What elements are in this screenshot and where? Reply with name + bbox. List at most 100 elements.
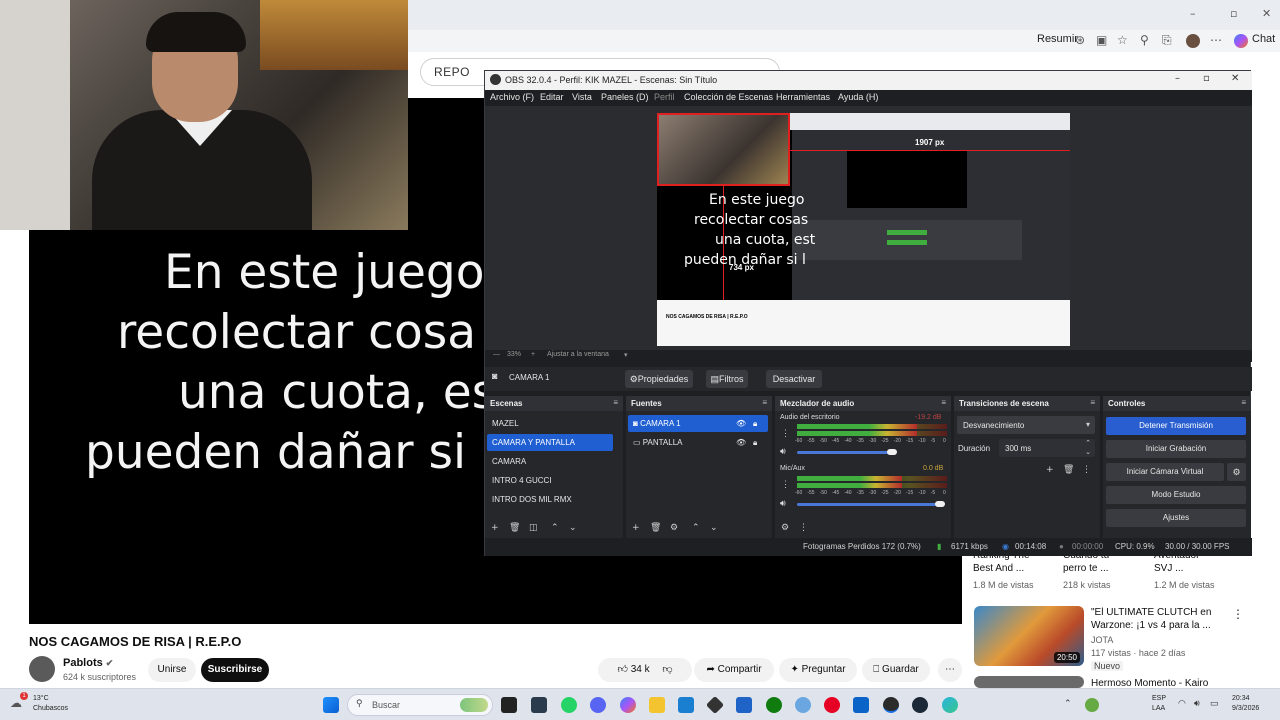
tray-chevron-up-icon[interactable]: ⌃ [1064,698,1072,709]
rec-thumbnail[interactable] [974,676,1084,688]
app-icon[interactable] [705,695,725,715]
volume-slider[interactable] [797,451,891,454]
duration-input[interactable]: 300 ms ⌃ ⌄ [999,439,1095,457]
ask-button[interactable]: ✦ Preguntar [779,658,857,682]
menu-herramientas[interactable]: Herramientas [776,92,830,102]
share-button[interactable]: ➦ Compartir [694,658,774,682]
save-button[interactable]: ⎕ Guardar [862,658,930,682]
tray-app-icon[interactable] [1085,698,1099,712]
visibility-eye-icon[interactable]: 👁︎ [736,415,746,432]
scene-item[interactable]: INTRO 4 GUCCI [487,472,613,489]
start-virtual-camera-button[interactable]: Iniciar Cámara Virtual [1106,463,1224,481]
rec-more-icon[interactable]: ⋮ [1232,607,1244,621]
add-icon[interactable]: + [632,523,640,533]
summary-icon[interactable]: ⊛ [1075,33,1085,47]
gear-icon[interactable]: ⚙ [670,523,678,533]
preview-canvas[interactable]: En este juego recolectar cosas una cuota… [657,113,1070,346]
edge-icon[interactable] [942,697,958,713]
maximize-icon[interactable]: ▫ [1230,7,1237,20]
windows-start-icon[interactable] [323,697,339,713]
obs-close-icon[interactable]: ✕ [1231,73,1239,84]
like-count[interactable]: 34 k [631,664,650,675]
advanced-audio-icon[interactable]: ⚙ [781,523,789,533]
rec-thumbnail[interactable]: 20:50 [974,606,1084,666]
task-view-icon[interactable] [501,697,517,713]
scene-item[interactable]: CAMARA [487,453,613,470]
dock-menu-icon[interactable]: ≡ [762,398,767,407]
battery-icon[interactable]: ▭ [1210,698,1219,709]
start-recording-button[interactable]: Iniciar Grabación [1106,440,1246,458]
move-down-icon[interactable]: ⌄ [569,523,577,533]
dock-menu-icon[interactable]: ≡ [1241,398,1246,407]
speaker-icon[interactable]: 🔊︎ [780,446,786,457]
move-down-icon[interactable]: ⌄ [710,523,718,533]
favorite-star-icon[interactable]: ☆ [1117,33,1128,47]
whatsapp-icon[interactable] [561,697,577,713]
move-up-icon[interactable]: ⌃ [692,523,700,533]
preview-camera-source[interactable] [657,113,790,186]
collections-icon[interactable]: ⎘ [1162,33,1172,48]
volume-slider-knob[interactable] [935,501,945,507]
move-up-icon[interactable]: ⌃ [551,523,559,533]
minimize-icon[interactable]: – [1190,7,1196,20]
file-explorer-icon[interactable] [649,697,665,713]
disable-button[interactable]: Desactivar [766,370,822,388]
dock-menu-icon[interactable]: ≡ [613,398,618,407]
menu-coleccion[interactable]: Colección de Escenas [684,92,773,102]
properties-button[interactable]: ⚙Propiedades [625,370,693,388]
channel-options-icon[interactable]: ⋮ [781,479,790,490]
channel-name[interactable]: Pablots ✔ [63,657,113,669]
trash-icon[interactable]: 🗑︎ [650,523,661,533]
virtual-camera-settings-icon[interactable]: ⚙ [1227,463,1246,481]
outlook-icon[interactable] [853,697,869,713]
zoom-fit[interactable]: Ajustar a la ventana [547,351,609,358]
stop-streaming-button[interactable]: Detener Transmisión [1106,417,1246,435]
language-indicator[interactable]: ESP [1152,695,1166,702]
obs-minimize-icon[interactable]: – [1175,73,1180,84]
menu-editar[interactable]: Editar [540,92,564,102]
pinterest-icon[interactable] [824,697,840,713]
volume-slider[interactable] [797,503,942,506]
lock-icon[interactable]: 🔒︎ [753,434,757,451]
scene-item[interactable]: INTRO DOS MIL RMX [487,491,613,508]
wifi-icon[interactable]: ◠ [1178,698,1186,709]
scene-item[interactable]: MAZEL [487,415,613,432]
clock-date[interactable]: 9/3/2026 [1232,705,1259,712]
zoom-in-icon[interactable]: + [531,351,535,358]
app-icon[interactable] [531,697,547,713]
youtube-search-input[interactable]: REPO [434,65,470,79]
thumbs-down-icon[interactable]: 👎︎ [662,664,672,675]
resumir-button[interactable]: Resumir [1037,33,1078,45]
menu-archivo[interactable]: Archivo (F) [490,92,534,102]
app-icon[interactable] [736,697,752,713]
add-icon[interactable]: + [1046,465,1054,475]
speaker-icon[interactable]: 🔊︎ [780,498,786,509]
studio-mode-button[interactable]: Modo Estudio [1106,486,1246,504]
trash-icon[interactable]: 🗑︎ [1063,465,1074,475]
more-actions-button[interactable]: ⋯ [938,658,962,682]
obs-maximize-icon[interactable]: ▫ [1203,73,1210,84]
clock-time[interactable]: 20:34 [1232,695,1250,702]
volume-slider-knob[interactable] [887,449,897,455]
obs-preview-area[interactable]: En este juego recolectar cosas una cuota… [485,106,1252,350]
source-item[interactable]: ◙ CAMARA 1 👁︎ 🔒︎ [628,415,768,432]
channel-options-icon[interactable]: ⋮ [781,428,790,439]
filters-button[interactable]: ▤Filtros [706,370,748,388]
extensions-icon[interactable]: ⚲ [1140,33,1149,47]
trash-icon[interactable]: 🗑︎ [509,523,520,533]
menu-ayuda[interactable]: Ayuda (H) [838,92,878,102]
spin-arrows-icon[interactable]: ⌃ ⌄ [1085,439,1091,457]
close-icon[interactable]: ✕ [1262,7,1271,20]
copilot-icon[interactable] [620,697,636,713]
copilot-icon[interactable] [1234,34,1248,48]
rec-title[interactable]: "El ULTIMATE CLUTCH en Warzone: ¡1 vs 4 … [1091,606,1211,632]
source-item[interactable]: ▭ PANTALLA 👁︎ 🔒︎ [628,434,768,451]
lock-icon[interactable]: 🔒︎ [753,415,757,432]
zoom-dropdown-icon[interactable]: ▾ [624,351,628,359]
menu-vista[interactable]: Vista [572,92,592,102]
settings-button[interactable]: Ajustes [1106,509,1246,527]
discord-icon[interactable] [590,697,606,713]
profile-avatar[interactable] [1186,34,1200,48]
store-icon[interactable] [678,697,694,713]
thumbs-up-icon[interactable]: 👍︎ [617,664,627,675]
